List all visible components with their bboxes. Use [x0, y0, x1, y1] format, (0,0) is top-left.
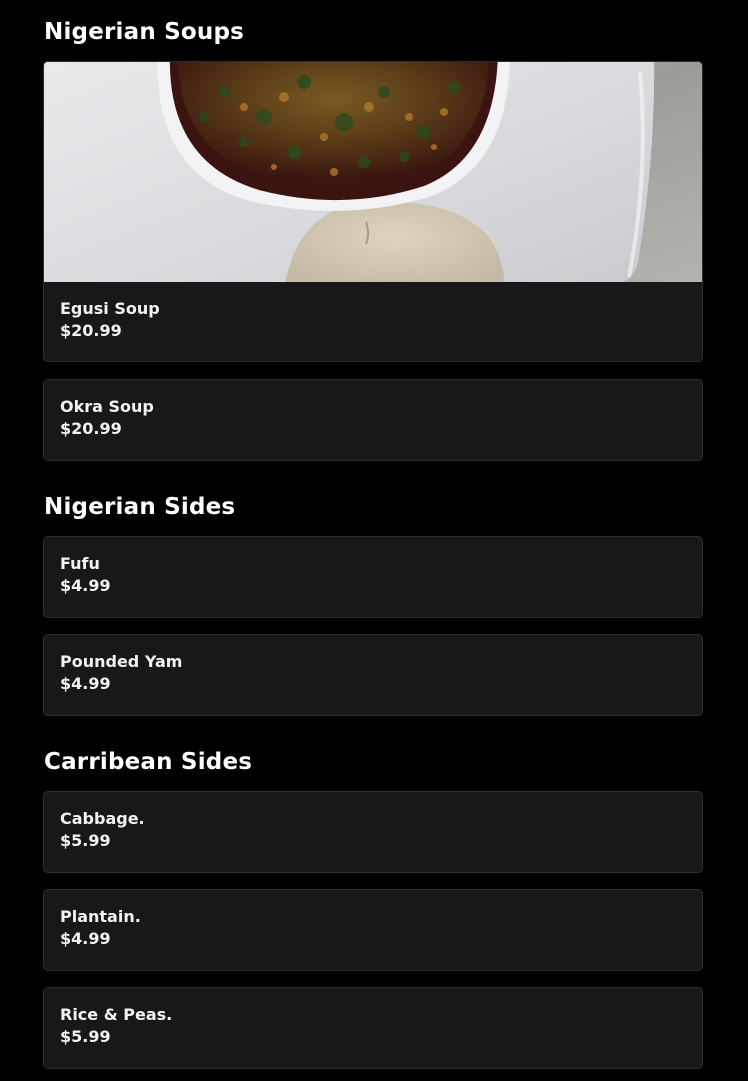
egusi-soup-image [44, 62, 702, 282]
item-info: Egusi Soup $20.99 [60, 298, 160, 342]
item-price: $4.99 [60, 576, 111, 595]
menu-item-okra-soup[interactable]: Okra Soup $20.99 [43, 379, 703, 461]
item-name: Cabbage. [60, 809, 145, 828]
section-title-nigerian-sides: Nigerian Sides [44, 494, 236, 520]
item-info: Fufu $4.99 [60, 553, 111, 597]
item-name: Fufu [60, 554, 100, 573]
item-price: $5.99 [60, 1027, 111, 1046]
item-price: $4.99 [60, 674, 111, 693]
menu-item-cabbage[interactable]: Cabbage. $5.99 [43, 791, 703, 873]
item-info: Rice & Peas. $5.99 [60, 1004, 172, 1048]
item-info: Cabbage. $5.99 [60, 808, 145, 852]
item-name: Okra Soup [60, 397, 154, 416]
section-title-carribean-sides: Carribean Sides [44, 749, 253, 775]
item-info: Plantain. $4.99 [60, 906, 141, 950]
item-name: Pounded Yam [60, 652, 183, 671]
menu-item-fufu[interactable]: Fufu $4.99 [43, 536, 703, 618]
menu-item-egusi-soup[interactable]: Egusi Soup $20.99 [43, 61, 703, 362]
item-price: $20.99 [60, 321, 122, 340]
item-info: Pounded Yam $4.99 [60, 651, 182, 695]
item-name: Plantain. [60, 907, 141, 926]
item-price: $4.99 [60, 929, 111, 948]
item-price: $20.99 [60, 419, 122, 438]
item-name: Egusi Soup [60, 299, 160, 318]
item-name: Rice & Peas. [60, 1005, 173, 1024]
menu-page: Nigerian Soups Egusi Soup $20.99 Okra So… [0, 0, 748, 1081]
menu-item-plantain[interactable]: Plantain. $4.99 [43, 889, 703, 971]
section-title-nigerian-soups: Nigerian Soups [44, 19, 245, 45]
item-info: Okra Soup $20.99 [60, 396, 154, 440]
menu-item-pounded-yam[interactable]: Pounded Yam $4.99 [43, 634, 703, 716]
item-price: $5.99 [60, 831, 111, 850]
menu-item-rice-and-peas[interactable]: Rice & Peas. $5.99 [43, 987, 703, 1069]
